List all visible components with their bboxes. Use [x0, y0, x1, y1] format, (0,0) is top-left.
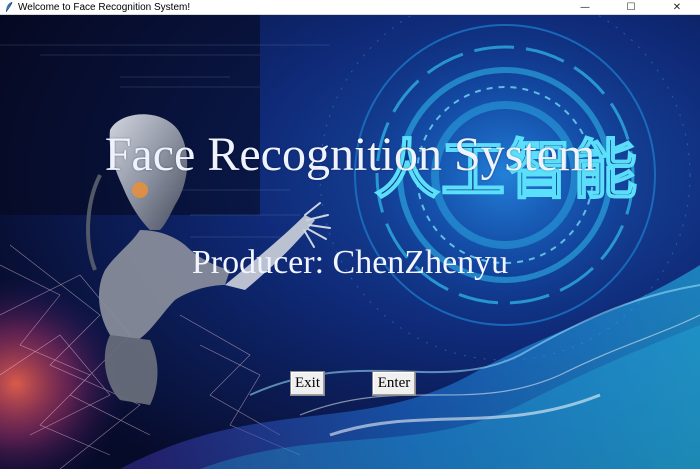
close-button[interactable]: ✕ [654, 0, 700, 15]
producer-credit: Producer: ChenZhenyu [191, 244, 509, 281]
app-window: Welcome to Face Recognition System! — ☐ … [0, 0, 700, 469]
title-bar: Welcome to Face Recognition System! — ☐ … [0, 0, 700, 15]
splash-canvas: 人工智能 Face Recognition System Producer: C… [0, 15, 700, 469]
maximize-button[interactable]: ☐ [608, 0, 654, 15]
enter-button[interactable]: Enter [372, 371, 416, 396]
exit-button[interactable]: Exit [290, 371, 325, 396]
minimize-button[interactable]: — [562, 0, 608, 15]
window-controls: — ☐ ✕ [562, 0, 700, 15]
feather-icon [2, 0, 16, 14]
page-title: Face Recognition System [104, 128, 596, 181]
window-title: Welcome to Face Recognition System! [18, 1, 191, 13]
background-artwork [0, 15, 700, 469]
